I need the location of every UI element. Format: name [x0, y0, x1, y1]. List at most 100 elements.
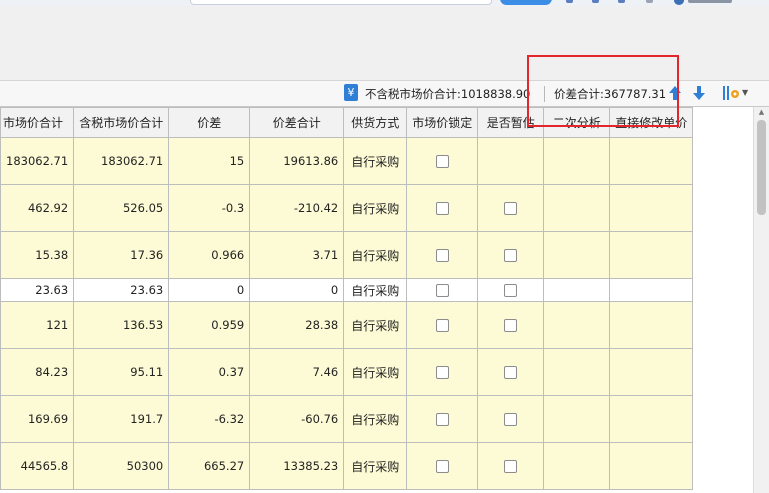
address-tab[interactable] [190, 0, 492, 5]
estimate-checkbox[interactable] [504, 249, 518, 262]
cell-supply[interactable]: 自行采购 [343, 301, 408, 349]
col-header-market-total[interactable]: 市场价合计 [0, 107, 75, 138]
cell-diff-total[interactable]: 19613.86 [249, 137, 345, 185]
cell-market-total[interactable]: 462.92 [0, 184, 75, 232]
user-avatar-icon[interactable] [674, 0, 684, 5]
estimate-checkbox[interactable] [504, 284, 518, 297]
col-header-diff[interactable]: 价差 [168, 107, 251, 138]
cell-direct-edit-price[interactable] [609, 301, 694, 349]
col-header-diff-total[interactable]: 价差合计 [249, 107, 345, 138]
estimate-checkbox[interactable] [504, 413, 518, 426]
settings-icon[interactable] [722, 84, 744, 102]
cell-diff[interactable]: -0.3 [168, 184, 251, 232]
cell-tax-market-total[interactable]: 17.36 [73, 231, 170, 279]
lock-checkbox[interactable] [435, 366, 449, 379]
cell-direct-edit-price[interactable] [609, 395, 694, 443]
cell-direct-edit-price[interactable] [609, 231, 694, 279]
estimate-checkbox[interactable] [504, 319, 518, 332]
cell-market-total[interactable]: 23.63 [0, 278, 75, 302]
cell-diff[interactable]: 15 [168, 137, 251, 185]
cell-secondary-analysis[interactable] [543, 348, 611, 396]
table-row[interactable]: 44565.8 50300 665.27 13385.23 自行采购 [0, 442, 694, 490]
cell-supply[interactable]: 自行采购 [343, 278, 408, 302]
cell-direct-edit-price[interactable] [609, 348, 694, 396]
lock-checkbox[interactable] [435, 319, 449, 332]
cell-direct-edit-price[interactable] [609, 184, 694, 232]
arrow-down-icon[interactable] [692, 85, 706, 101]
col-header-lock[interactable]: 市场价锁定 [406, 107, 479, 138]
cell-tax-market-total[interactable]: 95.11 [73, 348, 170, 396]
cell-supply[interactable]: 自行采购 [343, 137, 408, 185]
table-row[interactable]: 169.69 191.7 -6.32 -60.76 自行采购 [0, 395, 694, 443]
estimate-checkbox[interactable] [504, 460, 518, 473]
cell-secondary-analysis[interactable] [543, 395, 611, 443]
lock-checkbox[interactable] [435, 202, 449, 215]
cell-direct-edit-price[interactable] [609, 442, 694, 490]
cell-diff-total[interactable]: 3.71 [249, 231, 345, 279]
cell-tax-market-total[interactable]: 50300 [73, 442, 170, 490]
cell-diff[interactable]: 0.37 [168, 348, 251, 396]
cell-diff[interactable]: 0.966 [168, 231, 251, 279]
cell-diff[interactable]: 0 [168, 278, 251, 302]
cell-market-total[interactable]: 15.38 [0, 231, 75, 279]
cell-secondary-analysis[interactable] [543, 278, 611, 302]
cell-direct-edit-price[interactable] [609, 137, 694, 185]
cell-diff[interactable]: -6.32 [168, 395, 251, 443]
cell-secondary-analysis[interactable] [543, 301, 611, 349]
cell-tax-market-total[interactable]: 23.63 [73, 278, 170, 302]
cell-diff-total[interactable]: 28.38 [249, 301, 345, 349]
cell-secondary-analysis[interactable] [543, 231, 611, 279]
cell-tax-market-total[interactable]: 526.05 [73, 184, 170, 232]
cell-market-total[interactable]: 44565.8 [0, 442, 75, 490]
cell-market-total[interactable]: 183062.71 [0, 137, 75, 185]
cell-supply[interactable]: 自行采购 [343, 231, 408, 279]
cell-market-total[interactable]: 169.69 [0, 395, 75, 443]
toolbar-icon-1[interactable] [566, 0, 573, 3]
toolbar-icon-3[interactable] [618, 0, 625, 3]
col-header-supply[interactable]: 供货方式 [343, 107, 408, 138]
cell-tax-market-total[interactable]: 136.53 [73, 301, 170, 349]
table-row[interactable]: 84.23 95.11 0.37 7.46 自行采购 [0, 348, 694, 396]
user-name[interactable] [688, 0, 732, 3]
table-row[interactable]: 23.63 23.63 0 0 自行采购 [0, 278, 694, 302]
cell-supply[interactable]: 自行采购 [343, 395, 408, 443]
cell-direct-edit-price[interactable] [609, 278, 694, 302]
lock-checkbox[interactable] [435, 284, 449, 297]
cell-diff-total[interactable]: 7.46 [249, 348, 345, 396]
cell-estimate[interactable] [477, 137, 545, 185]
estimate-checkbox[interactable] [504, 202, 518, 215]
cell-tax-market-total[interactable]: 183062.71 [73, 137, 170, 185]
table-row[interactable]: 183062.71 183062.71 15 19613.86 自行采购 [0, 137, 694, 185]
table-row[interactable]: 15.38 17.36 0.966 3.71 自行采购 [0, 231, 694, 279]
cell-diff-total[interactable]: 0 [249, 278, 345, 302]
cell-secondary-analysis[interactable] [543, 442, 611, 490]
cell-secondary-analysis[interactable] [543, 137, 611, 185]
cell-diff-total[interactable]: 13385.23 [249, 442, 345, 490]
cell-supply[interactable]: 自行采购 [343, 348, 408, 396]
estimate-checkbox[interactable] [504, 366, 518, 379]
top-action-button[interactable] [500, 0, 552, 5]
cell-tax-market-total[interactable]: 191.7 [73, 395, 170, 443]
toolbar-icon-2[interactable] [592, 0, 599, 3]
cell-diff-total[interactable]: -60.76 [249, 395, 345, 443]
cell-market-total[interactable]: 121 [0, 301, 75, 349]
cell-diff[interactable]: 665.27 [168, 442, 251, 490]
lock-checkbox[interactable] [435, 413, 449, 426]
col-header-tax-market-total[interactable]: 含税市场价合计 [73, 107, 170, 138]
cell-supply[interactable]: 自行采购 [343, 184, 408, 232]
cell-estimate [477, 231, 545, 279]
lock-checkbox[interactable] [435, 460, 449, 473]
chevron-down-icon[interactable]: ▼ [742, 85, 750, 101]
cell-diff-total[interactable]: -210.42 [249, 184, 345, 232]
cell-market-total[interactable]: 84.23 [0, 348, 75, 396]
table-row[interactable]: 462.92 526.05 -0.3 -210.42 自行采购 [0, 184, 694, 232]
cell-diff[interactable]: 0.959 [168, 301, 251, 349]
table-row[interactable]: 121 136.53 0.959 28.38 自行采购 [0, 301, 694, 349]
lock-checkbox[interactable] [435, 249, 449, 262]
cell-secondary-analysis[interactable] [543, 184, 611, 232]
scroll-up-icon[interactable]: ▲ [757, 108, 766, 117]
cell-supply[interactable]: 自行采购 [343, 442, 408, 490]
toolbar-icon-4[interactable] [646, 0, 653, 3]
scrollbar-thumb[interactable] [757, 120, 766, 215]
lock-checkbox[interactable] [435, 155, 449, 168]
